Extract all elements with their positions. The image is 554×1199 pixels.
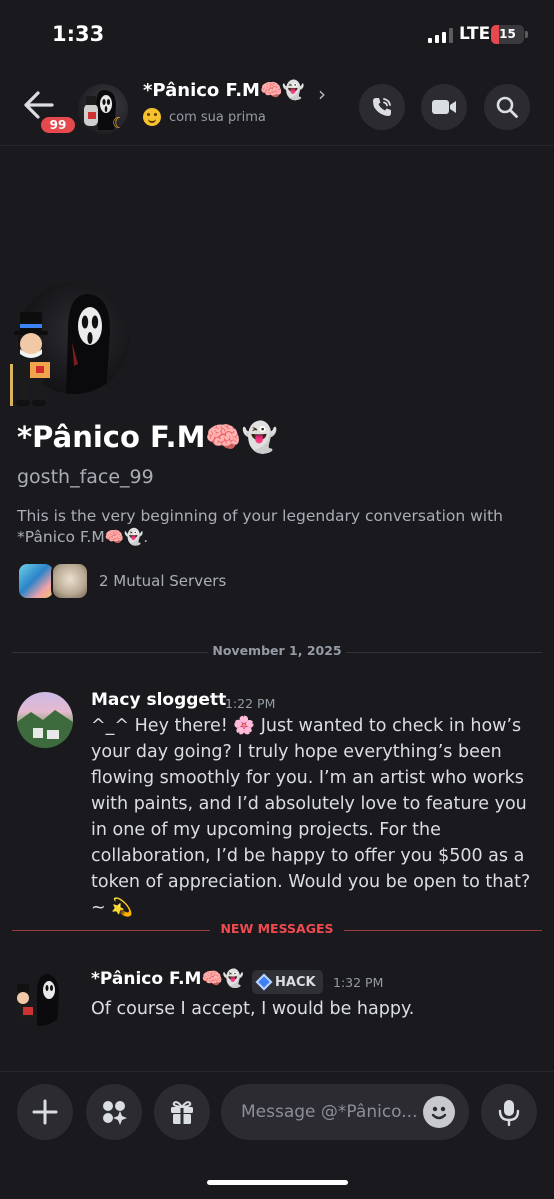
mutual-servers-row[interactable]: 2 Mutual Servers <box>17 562 226 600</box>
search-icon <box>496 96 518 118</box>
message-text: Of course I accept, I would be happy. <box>91 999 415 1019</box>
header-status: com sua prima <box>143 108 266 126</box>
message-author[interactable]: Macy sloggett <box>91 690 226 710</box>
microphone-icon <box>498 1100 520 1126</box>
gift-button[interactable] <box>154 1084 210 1140</box>
date-divider-label: November 1, 2025 <box>212 643 342 658</box>
apps-button[interactable] <box>86 1084 142 1140</box>
profile-username: gosth_face_99 <box>17 466 154 488</box>
server-icon <box>51 562 89 600</box>
chevron-right-icon[interactable]: › <box>318 82 326 106</box>
status-time: 1:33 <box>52 22 105 46</box>
emoji-button[interactable] <box>423 1096 455 1128</box>
video-icon <box>432 100 456 114</box>
date-divider: November 1, 2025 <box>12 642 542 662</box>
conversation-intro-text: This is the very beginning of your legen… <box>17 507 504 546</box>
profile-display-name: *Pânico F.M🧠👻 <box>17 420 278 454</box>
emoji-icon <box>431 1106 447 1120</box>
message-input-container[interactable] <box>221 1084 469 1140</box>
apps-icon <box>103 1101 127 1125</box>
message-avatar[interactable] <box>17 692 73 748</box>
message-text: ^_^ Hey there! 🌸 Just wanted to check in… <box>91 716 531 918</box>
message-input[interactable] <box>241 1084 421 1140</box>
home-indicator <box>207 1180 348 1185</box>
voice-message-button[interactable] <box>481 1084 537 1140</box>
message-avatar[interactable] <box>11 970 67 1026</box>
plus-icon <box>32 1099 58 1125</box>
monopoly-sticker-image <box>10 312 50 406</box>
signal-icon <box>428 28 453 43</box>
message-timestamp: 1:32 PM <box>333 975 384 990</box>
custom-status-text: com sua prima <box>169 109 266 125</box>
message-timestamp: 1:22 PM <box>225 696 276 711</box>
ghostface-avatar-image <box>15 974 59 1026</box>
header-title[interactable]: *Pânico F.M🧠👻 <box>143 80 305 101</box>
attach-button[interactable] <box>17 1084 73 1140</box>
chat-header: 99 ☾ *Pânico F.M🧠👻 › com sua prima <box>0 70 554 146</box>
search-button[interactable] <box>484 84 530 130</box>
unread-badge: 99 <box>38 114 78 136</box>
idle-moon-icon: ☾ <box>112 114 126 132</box>
server-tag[interactable]: HACK <box>252 970 323 994</box>
mutual-servers-label: 2 Mutual Servers <box>99 572 227 590</box>
diamond-icon <box>255 973 273 991</box>
battery-icon: 15 <box>491 25 524 44</box>
new-messages-divider: NEW MESSAGES <box>12 920 542 940</box>
server-tag-label: HACK <box>275 974 316 990</box>
status-bar: 1:33 LTE 15 <box>0 0 554 70</box>
voice-call-button[interactable] <box>359 84 405 130</box>
phone-icon <box>373 98 391 116</box>
battery-percent: 15 <box>499 27 516 41</box>
gift-icon <box>171 1101 193 1124</box>
video-call-button[interactable] <box>421 84 467 130</box>
smiling-face-icon <box>143 108 161 126</box>
battery-cap <box>525 31 528 38</box>
message-author[interactable]: *Pânico F.M🧠👻 <box>91 969 244 989</box>
server-icon <box>17 562 55 600</box>
new-messages-label: NEW MESSAGES <box>220 921 334 936</box>
composer-bar <box>0 1071 554 1199</box>
landscape-avatar-image <box>17 710 73 748</box>
network-type: LTE <box>459 24 491 44</box>
